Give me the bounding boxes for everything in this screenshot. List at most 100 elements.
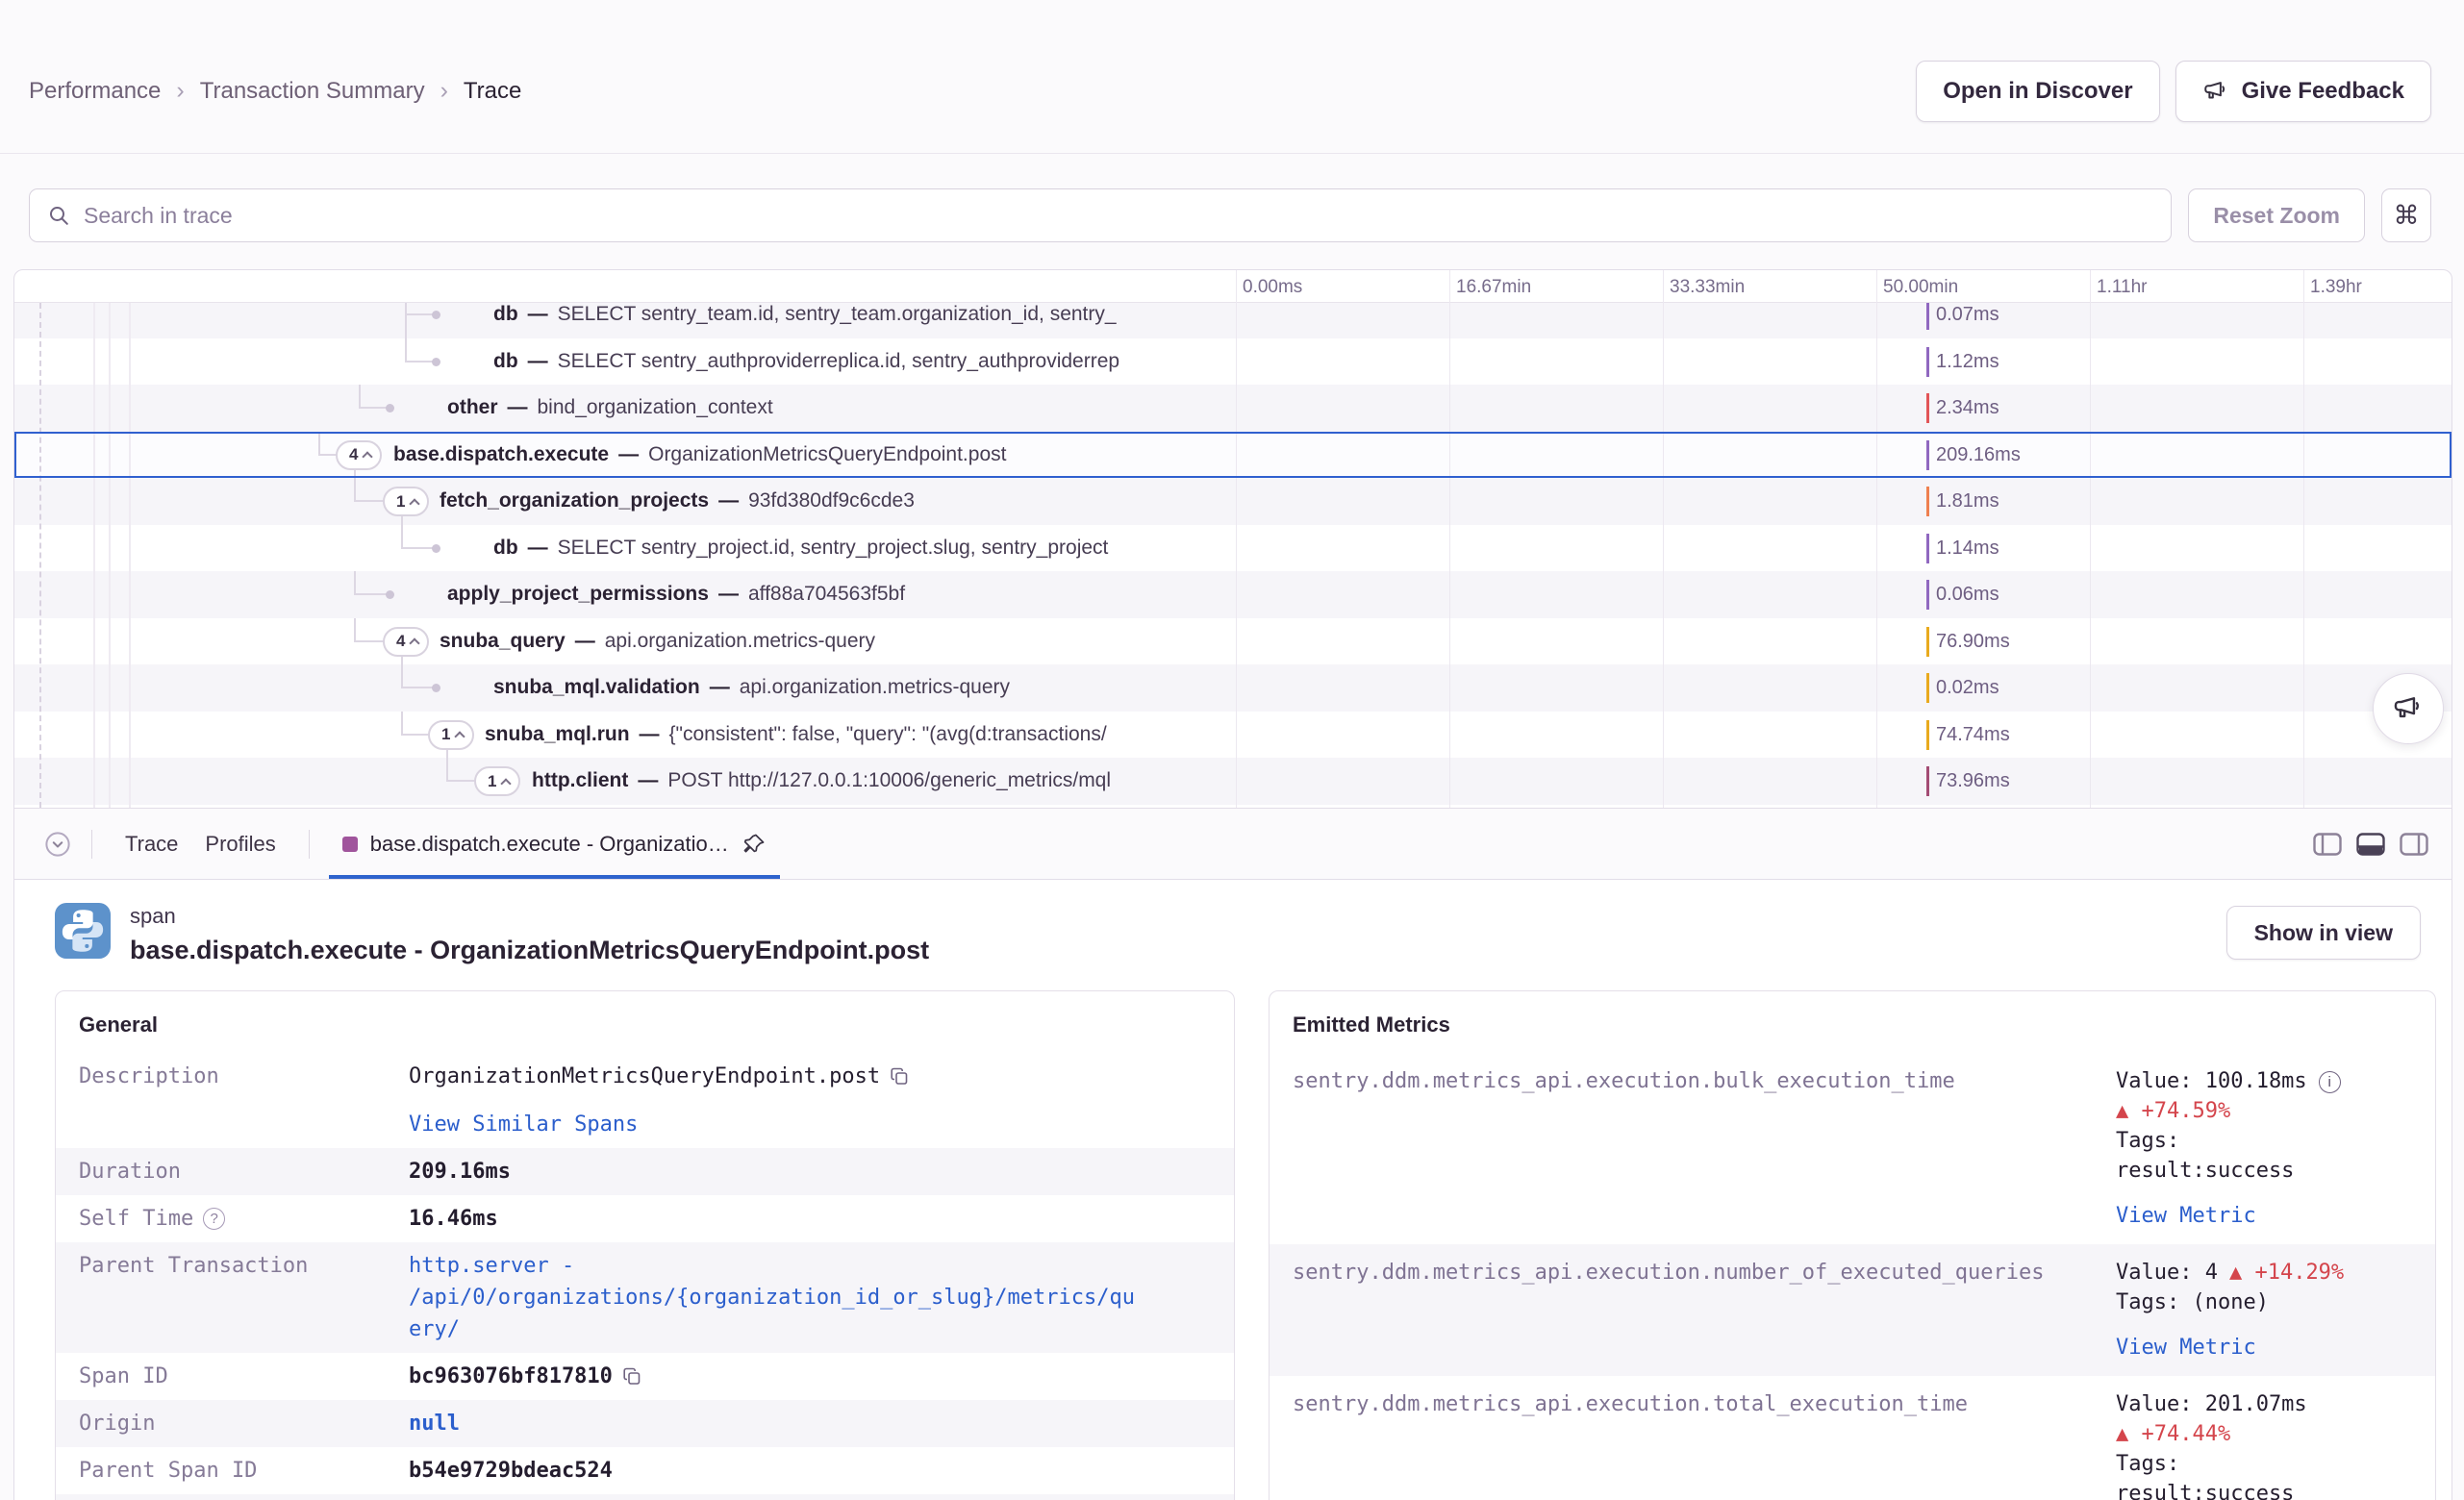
span-description: api.organization.metrics-query xyxy=(605,630,875,653)
general-row: Same Process as Parenttrue xyxy=(56,1494,1234,1500)
general-row-value: null xyxy=(409,1408,1140,1439)
span-op: apply_project_permissions xyxy=(447,583,709,606)
general-label-text: Self Time xyxy=(79,1203,193,1235)
span-duration-bar xyxy=(1926,487,1929,516)
span-row[interactable]: snuba_mql.validation—api.organization.me… xyxy=(14,664,2451,712)
metric-tags-value: result:success xyxy=(2116,1479,2412,1500)
span-children-count-chip[interactable]: 1 xyxy=(474,766,520,796)
chevron-up-icon xyxy=(455,731,465,741)
span-duration-label: 0.06ms xyxy=(1936,571,1999,618)
tree-connector-line xyxy=(354,571,356,594)
tree-connector-line xyxy=(446,750,448,759)
tree-connector-line xyxy=(354,618,356,641)
breadcrumb-trace: Trace xyxy=(464,78,521,105)
span-children-count-chip[interactable]: 1 xyxy=(383,487,429,516)
span-children-count-chip[interactable]: 4 xyxy=(383,627,429,657)
span-duration-label: 76.90ms xyxy=(1936,618,2010,665)
general-row: Span IDbc963076bf817810 xyxy=(56,1353,1234,1400)
view-metric-link[interactable]: View Metric xyxy=(2116,1333,2412,1362)
span-row[interactable]: other—bind_organization_context2.34ms xyxy=(14,385,2451,432)
copy-icon[interactable] xyxy=(621,1365,642,1387)
tab-trace[interactable]: Trace xyxy=(112,809,191,879)
span-row[interactable]: 1snuba_mql.run—{"consistent": false, "qu… xyxy=(14,712,2451,759)
span-children-count-chip[interactable]: 4 xyxy=(336,440,382,470)
top-header: Performance › Transaction Summary › Trac… xyxy=(0,0,2464,154)
view-metric-link[interactable]: View Metric xyxy=(2116,1201,2412,1231)
timeline-tick-label: 16.67min xyxy=(1456,277,1531,298)
span-description: bind_organization_context xyxy=(538,396,773,419)
span-row[interactable]: 4base.dispatch.execute—OrganizationMetri… xyxy=(14,432,2451,479)
span-duration-label: 209.16ms xyxy=(1936,432,2021,479)
metric-name: sentry.ddm.metrics_api.execution.number_… xyxy=(1293,1258,2116,1362)
general-label-text: Span ID xyxy=(79,1361,168,1392)
general-row: Parent Transactionhttp.server - /api/0/o… xyxy=(56,1242,1234,1353)
feedback-fab-button[interactable] xyxy=(2373,673,2444,744)
span-description: SELECT sentry_authproviderreplica.id, se… xyxy=(558,350,1119,373)
search-input[interactable] xyxy=(84,203,2153,229)
chevron-up-icon xyxy=(410,638,420,648)
show-in-view-button[interactable]: Show in view xyxy=(2226,906,2421,960)
pin-icon[interactable] xyxy=(742,832,767,857)
general-value-line: OrganizationMetricsQueryEndpoint.post xyxy=(409,1061,1140,1092)
span-row[interactable]: 4snuba_query—api.organization.metrics-qu… xyxy=(14,618,2451,665)
general-row-value: 209.16ms xyxy=(409,1156,1140,1188)
span-separator: — xyxy=(618,443,639,466)
metric-tags-label: Tags: xyxy=(2116,1449,2412,1479)
tree-connector-line xyxy=(401,516,403,525)
span-duration-bar xyxy=(1926,720,1929,750)
layout-right-panel-button[interactable] xyxy=(2400,833,2428,856)
span-row[interactable]: 1http.client—POST http://127.0.0.1:10006… xyxy=(14,758,2451,805)
layout-left-panel-button[interactable] xyxy=(2313,833,2342,856)
general-value-line: null xyxy=(409,1408,1140,1439)
span-row[interactable]: db—SELECT sentry_team.id, sentry_team.or… xyxy=(14,303,2451,338)
span-description: api.organization.metrics-query xyxy=(740,676,1010,699)
tab-active-span[interactable]: base.dispatch.execute - Organizatio… xyxy=(329,809,780,879)
tree-depth-guide xyxy=(129,303,131,808)
span-description: SELECT sentry_project.id, sentry_project… xyxy=(558,537,1109,560)
span-row[interactable]: db—SELECT sentry_authproviderreplica.id,… xyxy=(14,338,2451,386)
info-icon[interactable]: i xyxy=(2319,1071,2341,1093)
copy-icon[interactable] xyxy=(889,1065,910,1087)
general-row-label: Span ID xyxy=(79,1361,409,1392)
header-actions: Open in Discover Give Feedback xyxy=(1916,61,2431,122)
help-icon[interactable]: ? xyxy=(203,1208,225,1230)
span-separator: — xyxy=(718,583,739,606)
span-op: snuba_mql.validation xyxy=(493,676,700,699)
open-in-discover-button[interactable]: Open in Discover xyxy=(1916,61,2159,122)
command-shortcut-button[interactable]: ⌘ xyxy=(2381,188,2431,242)
value-link[interactable]: http.server - /api/0/organizations/{orga… xyxy=(409,1254,1135,1341)
span-tree: db—SELECT sentry_team.id, sentry_team.or… xyxy=(14,303,2451,808)
megaphone-icon xyxy=(2202,78,2229,105)
span-duration-label: 0.07ms xyxy=(1936,303,1999,338)
span-row[interactable]: apply_project_permissions—aff88a704563f5… xyxy=(14,571,2451,618)
breadcrumb-performance[interactable]: Performance xyxy=(29,78,161,105)
span-op: snuba_mql.run xyxy=(485,723,630,746)
span-row-text: db—SELECT sentry_authproviderreplica.id,… xyxy=(493,338,1236,386)
chevron-up-icon xyxy=(501,778,512,788)
tab-profiles[interactable]: Profiles xyxy=(191,809,289,879)
general-row-value: b54e9729bdeac524 xyxy=(409,1455,1140,1487)
span-children-count-chip[interactable]: 1 xyxy=(428,720,474,750)
give-feedback-button[interactable]: Give Feedback xyxy=(2175,61,2431,122)
breadcrumb-transaction-summary[interactable]: Transaction Summary xyxy=(200,78,425,105)
metric-tags-value: result:success xyxy=(2116,1156,2412,1186)
collapse-drawer-button[interactable] xyxy=(43,830,72,859)
value-link[interactable]: null xyxy=(409,1412,460,1436)
tree-node-dot xyxy=(432,358,440,366)
tree-connector-line xyxy=(359,407,388,409)
view-similar-spans-link[interactable]: View Similar Spans xyxy=(409,1109,1140,1140)
span-duration-label: 0.02ms xyxy=(1936,664,1999,712)
span-title-block: span base.dispatch.execute - Organizatio… xyxy=(130,903,929,965)
layout-bottom-panel-button[interactable] xyxy=(2356,833,2385,856)
timeline-gridline xyxy=(1876,270,1877,808)
metric-value-line: Value: 4▲ +14.29% xyxy=(2116,1258,2412,1288)
span-duration-bar xyxy=(1926,580,1929,610)
span-row[interactable]: db—SELECT sentry_project.id, sentry_proj… xyxy=(14,525,2451,572)
metric-delta: ▲ +74.59% xyxy=(2116,1096,2412,1126)
tree-connector-line xyxy=(354,478,356,501)
span-row[interactable]: 1fetch_organization_projects—93fd380df9c… xyxy=(14,478,2451,525)
tree-depth-guide xyxy=(109,303,111,808)
reset-zoom-button[interactable]: Reset Zoom xyxy=(2188,188,2365,242)
tree-node-dot xyxy=(386,590,394,599)
metric-name: sentry.ddm.metrics_api.execution.bulk_ex… xyxy=(1293,1066,2116,1231)
